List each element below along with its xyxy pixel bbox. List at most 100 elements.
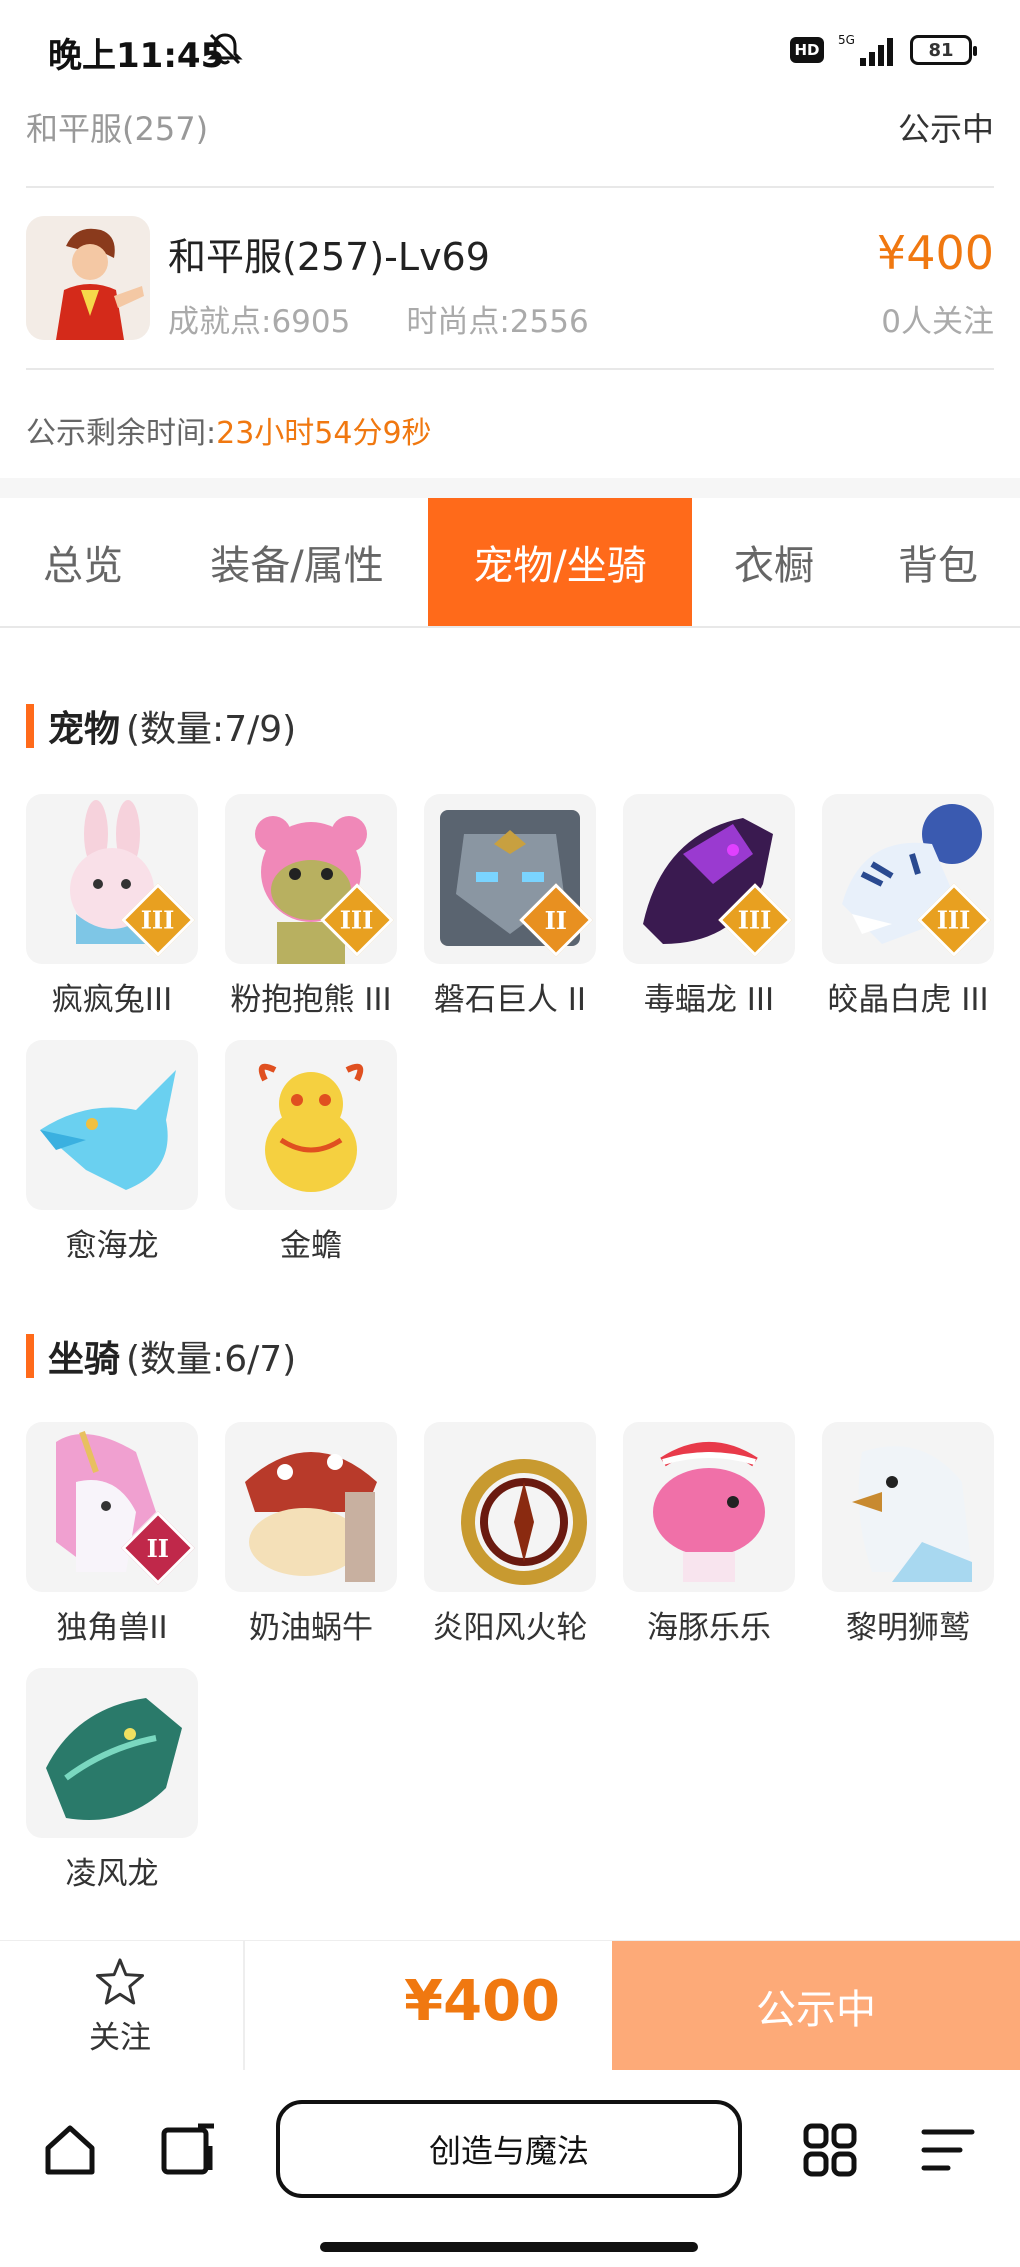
rank-label: III (937, 905, 971, 935)
toad-pet-art (258, 1063, 364, 1192)
mount-name: 独角兽II (56, 1610, 168, 1646)
character-title: 和平服(257)-Lv69 (168, 235, 490, 279)
menu-icon[interactable] (918, 2120, 978, 2180)
pets-title: 宠物 (48, 709, 121, 750)
pet-item[interactable]: III 疯疯兔III (26, 794, 198, 1019)
snail-mount-art (245, 1452, 377, 1582)
server-name: 和平服(257) (26, 110, 209, 148)
sea-dragon-pet-art (40, 1070, 176, 1190)
fashion-points: 时尚点:2556 (406, 304, 589, 340)
griffin-mount-art (852, 1446, 972, 1582)
rank-label: II (544, 905, 568, 935)
pet-name: 疯疯兔III (51, 982, 173, 1018)
mount-image (225, 1422, 397, 1592)
bottom-action-bar: 关注 ¥400 公示中 (0, 1940, 1020, 2071)
browser-nav-bar: 创造与魔法 (0, 2070, 1020, 2267)
mount-item[interactable]: II 独角兽II (26, 1422, 198, 1647)
star-icon (95, 1958, 145, 2005)
pet-name: 毒蝠龙 III (643, 982, 775, 1018)
mount-name: 黎明狮鹫 (846, 1610, 970, 1646)
bottom-price: ¥400 (404, 1969, 560, 2034)
wind-dragon-mount-art (46, 1698, 182, 1820)
mount-item[interactable]: 海豚乐乐 (623, 1422, 795, 1647)
pet-image (225, 1040, 397, 1210)
follow-label: 关注 (89, 2020, 151, 2056)
hd-badge: HD (790, 37, 824, 63)
follow-button[interactable]: 关注 (40, 1957, 200, 2057)
mount-image: II (26, 1422, 198, 1592)
action-divider (243, 1941, 245, 2071)
pet-image (26, 1040, 198, 1210)
mount-image (26, 1668, 198, 1838)
tabs-icon[interactable] (158, 2120, 218, 2180)
tab-equipment[interactable]: 装备/属性 (166, 498, 428, 626)
mount-item[interactable]: 黎明狮鹫 (822, 1422, 994, 1647)
home-indicator[interactable] (320, 2242, 698, 2252)
listing-status: 公示中 (897, 110, 994, 148)
tab-wardrobe[interactable]: 衣橱 (692, 498, 856, 626)
status-time: 晚上11:45 (48, 36, 225, 76)
section-accent-bar (26, 1334, 34, 1378)
section-accent-bar (26, 704, 34, 748)
pets-section-title: 宠物 (数量:7/9) (26, 700, 296, 752)
remaining-time-row: 公示剩余时间:23小时54分9秒 (26, 408, 432, 452)
rank-label: III (738, 905, 772, 935)
tab-bar: 总览 装备/属性 宠物/坐骑 衣橱 背包 (0, 498, 1020, 628)
pet-image: III (623, 794, 795, 964)
pet-name: 粉抱抱熊 III (230, 982, 392, 1018)
character-avatar-art (26, 216, 150, 340)
pet-item[interactable]: III 粉抱抱熊 III (225, 794, 397, 1019)
pet-item[interactable]: III 皎晶白虎 III (822, 794, 994, 1019)
mount-item[interactable]: 奶油蜗牛 (225, 1422, 397, 1647)
mounts-section-title: 坐骑 (数量:6/7) (26, 1330, 296, 1382)
mounts-title: 坐骑 (48, 1339, 121, 1380)
network-type: 5G (838, 33, 855, 47)
listing-price: ¥400 (876, 226, 994, 280)
mount-item[interactable]: 凌风龙 (26, 1668, 198, 1893)
tab-backpack[interactable]: 背包 (856, 498, 1020, 626)
status-button[interactable]: 公示中 (612, 1941, 1020, 2071)
achievement-points: 成就点:6905 (168, 304, 351, 340)
divider (26, 368, 994, 370)
dolphin-mount-art (653, 1442, 765, 1582)
pet-name: 金蟾 (280, 1228, 342, 1264)
follower-count: 0人关注 (881, 304, 994, 340)
divider (26, 186, 994, 188)
rank-label: II (146, 1533, 170, 1563)
mount-name: 凌风龙 (65, 1856, 159, 1892)
pet-item[interactable]: II 磐石巨人 II (424, 794, 596, 1019)
section-gap (0, 478, 1020, 498)
fire-wheel-mount-art (461, 1459, 587, 1585)
pet-name: 磐石巨人 II (433, 982, 587, 1018)
mount-image (424, 1422, 596, 1592)
mount-name: 海豚乐乐 (647, 1610, 771, 1646)
mount-name: 炎阳风火轮 (432, 1610, 588, 1646)
center-app-button[interactable]: 创造与魔法 (276, 2100, 742, 2198)
pet-item[interactable]: 金蟾 (225, 1040, 397, 1265)
character-stats: 成就点:6905 时尚点:2556 (168, 296, 589, 341)
tab-overview[interactable]: 总览 (0, 498, 166, 626)
rank-label: III (340, 905, 374, 935)
mount-image (623, 1422, 795, 1592)
pet-name: 愈海龙 (65, 1228, 159, 1264)
signal-icon: 5G (838, 33, 893, 66)
remaining-time-label: 公示剩余时间: (26, 416, 217, 451)
rank-label: III (141, 905, 175, 935)
pet-image: II (424, 794, 596, 964)
pet-image: III (26, 794, 198, 964)
pets-count: (数量:7/9) (126, 709, 297, 750)
character-avatar (26, 216, 150, 340)
pet-image: III (822, 794, 994, 964)
tab-pets-mounts[interactable]: 宠物/坐骑 (428, 498, 692, 626)
mount-image (822, 1422, 994, 1592)
battery-indicator: 81 (910, 35, 977, 65)
mount-name: 奶油蜗牛 (249, 1610, 373, 1646)
pet-item[interactable]: 愈海龙 (26, 1040, 198, 1265)
home-icon[interactable] (40, 2120, 100, 2180)
mount-item[interactable]: 炎阳风火轮 (424, 1422, 596, 1647)
pet-name: 皎晶白虎 III (827, 982, 989, 1018)
pet-item[interactable]: III 毒蝠龙 III (623, 794, 795, 1019)
remaining-time-value: 23小时54分9秒 (216, 416, 432, 451)
grid-icon[interactable] (800, 2120, 860, 2180)
status-bar: 晚上11:45 HD 5G 81 (0, 0, 1020, 100)
